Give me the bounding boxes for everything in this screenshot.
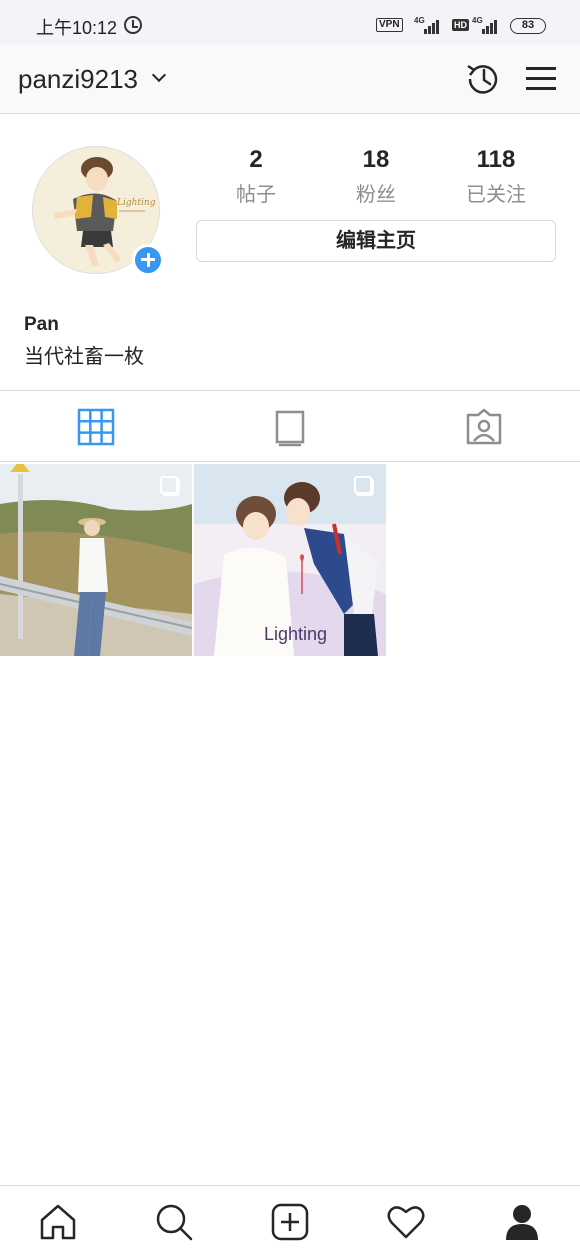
- signal-icon-1: 4G: [414, 16, 442, 34]
- followers-label: 粉丝: [356, 184, 396, 206]
- following-label: 已关注: [466, 184, 526, 206]
- svg-text:Lighting: Lighting: [116, 198, 156, 208]
- account-switcher-username[interactable]: panzi9213: [18, 64, 138, 95]
- posts-count: 2: [249, 146, 263, 173]
- profile-header: panzi9213: [0, 44, 580, 114]
- following-count: 118: [476, 146, 516, 173]
- post-thumbnail[interactable]: [0, 464, 192, 656]
- chevron-down-icon[interactable]: [151, 67, 167, 83]
- signal-icon-2: 4G: [472, 16, 500, 34]
- status-bar: 上午10:12 VPN 4G HD 4G 83: [0, 0, 580, 44]
- igtv-icon[interactable]: [270, 407, 310, 447]
- hd-badge: HD: [452, 19, 469, 31]
- profile-bio: 当代社畜一枚: [24, 346, 144, 368]
- tagged-icon[interactable]: [464, 407, 504, 447]
- profile-name: Pan: [24, 314, 59, 335]
- menu-icon[interactable]: [524, 64, 558, 94]
- post-caption-overlay: Lighting: [264, 624, 327, 644]
- add-story-button[interactable]: [132, 244, 164, 276]
- profile-tabs: [0, 390, 580, 462]
- edit-profile-button[interactable]: 编辑主页: [196, 220, 556, 262]
- profile-icon[interactable]: [502, 1202, 542, 1242]
- heart-icon[interactable]: [386, 1202, 426, 1242]
- bottom-navigation: [0, 1185, 580, 1257]
- alarm-icon: [124, 16, 142, 34]
- grid-icon[interactable]: [76, 407, 116, 447]
- followers-count: 18: [362, 146, 390, 173]
- posts-stat[interactable]: 2 帖子: [196, 146, 316, 207]
- search-icon[interactable]: [154, 1202, 194, 1242]
- multiple-images-icon: [160, 476, 178, 494]
- multiple-images-icon: [354, 476, 372, 494]
- history-icon[interactable]: [464, 60, 502, 98]
- vpn-badge: VPN: [376, 18, 403, 32]
- home-icon[interactable]: [38, 1202, 78, 1242]
- avatar-container[interactable]: Lighting: [32, 146, 164, 276]
- post-thumbnail[interactable]: Lighting: [194, 464, 386, 656]
- following-stat[interactable]: 118 已关注: [436, 146, 556, 207]
- posts-label: 帖子: [236, 184, 276, 206]
- followers-stat[interactable]: 18 粉丝: [316, 146, 436, 207]
- battery-indicator: 83: [510, 18, 546, 34]
- status-time: 上午10:12: [36, 18, 118, 38]
- add-post-icon[interactable]: [270, 1202, 310, 1242]
